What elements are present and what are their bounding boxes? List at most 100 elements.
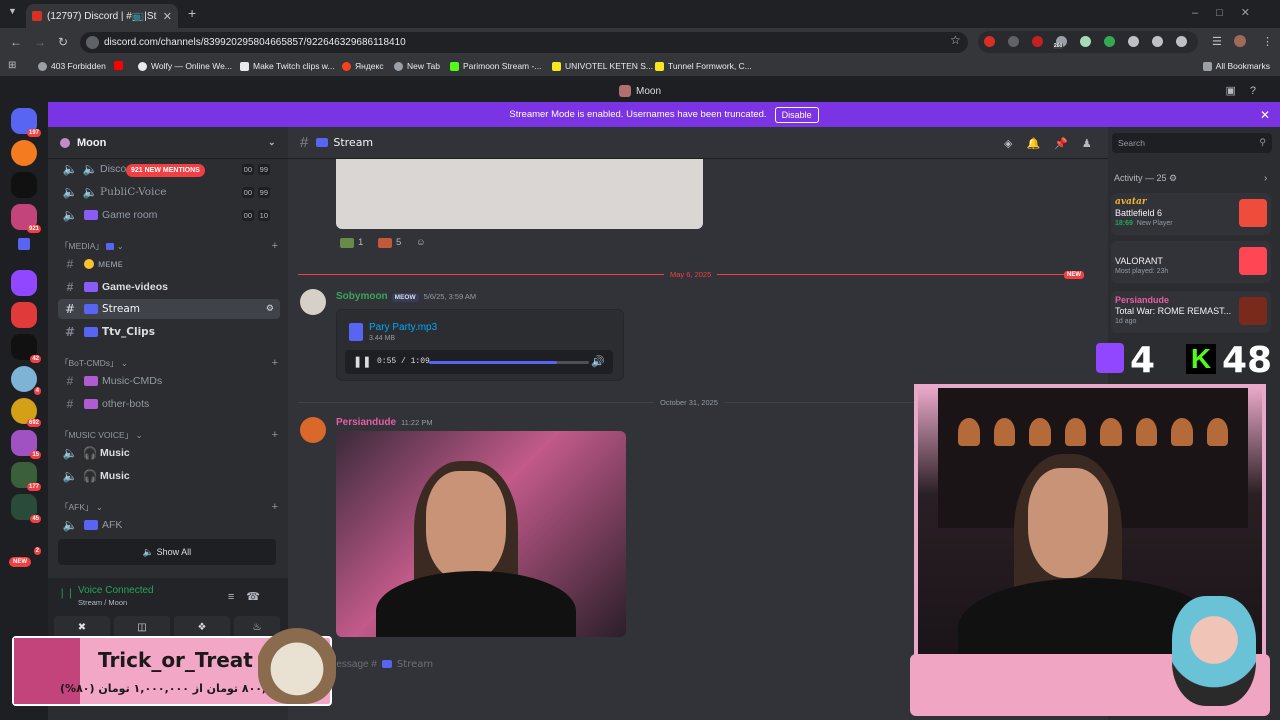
server-icon[interactable]: 692: [11, 398, 41, 427]
seek-bar[interactable]: [429, 361, 589, 364]
guild-header[interactable]: Moon ⌄: [48, 127, 288, 159]
category-music-voice[interactable]: 「MUSIC VOICE」 ⌄ +: [60, 429, 278, 441]
bookmark-item[interactable]: 403 Forbidden: [38, 61, 106, 71]
category-bot-cmds[interactable]: 「BoT-CMDs」 ⌄ +: [60, 357, 278, 369]
add-channel-icon[interactable]: +: [272, 240, 278, 252]
text-channel[interactable]: # Ttv_Clips: [58, 322, 280, 342]
server-icon[interactable]: 921: [11, 204, 41, 233]
text-channel[interactable]: # ᴍᴇᴍᴇ: [58, 254, 280, 274]
bookmark-item[interactable]: UNIVOTEL KETEN S...: [552, 61, 653, 71]
extensions-menu-icon[interactable]: [1176, 36, 1187, 47]
reaction[interactable]: 1: [340, 237, 363, 248]
sketch-image[interactable]: [336, 159, 703, 229]
chrome-menu-icon[interactable]: ⋮: [1262, 35, 1273, 48]
all-bookmarks[interactable]: All Bookmarks: [1202, 61, 1270, 71]
chevron-right-icon[interactable]: ›: [1264, 173, 1267, 184]
extension-icon[interactable]: [1104, 36, 1115, 47]
bookmark-item[interactable]: Wolfy — Online We...: [138, 61, 232, 71]
voice-channel[interactable]: 🔈 Game room 00 10: [58, 205, 280, 225]
extension-icon[interactable]: [1152, 36, 1163, 47]
server-icon[interactable]: 2: [11, 526, 41, 555]
activity-card[interactable]: Persiandude Total War: ROME REMAST... 1d…: [1111, 291, 1271, 333]
activity-card[interactable]: VALORANT Most played: 23h: [1111, 241, 1271, 283]
discord-home-icon[interactable]: 197: [11, 108, 41, 137]
bookmark-item[interactable]: Tunnel Formwork, C...: [655, 61, 752, 71]
category-media[interactable]: 「MEDIA」 ⌄ +: [60, 240, 278, 252]
forward-icon[interactable]: →: [34, 35, 46, 49]
browser-tab[interactable]: (12797) Discord | #📺|St ✕: [26, 4, 178, 28]
folder-icon[interactable]: [18, 238, 30, 250]
bookmark-item[interactable]: Яндекс: [342, 61, 384, 71]
signal-icon[interactable]: ❘❘: [58, 588, 75, 599]
invite-settings-icons[interactable]: ⚙: [266, 304, 274, 314]
tab-search-icon[interactable]: ▼: [8, 6, 17, 16]
photo-attachment[interactable]: [336, 431, 626, 637]
server-icon[interactable]: 15: [11, 430, 41, 459]
site-info-icon[interactable]: [86, 36, 99, 49]
message-author[interactable]: Persiandude 11:22 PM: [336, 417, 433, 428]
close-banner-icon[interactable]: ✕: [1260, 108, 1270, 122]
add-channel-icon[interactable]: +: [272, 501, 278, 513]
server-icon[interactable]: [11, 140, 37, 166]
chevron-down-icon[interactable]: ⌄: [268, 137, 276, 148]
media-control-icon[interactable]: ☰: [1212, 35, 1222, 48]
search-input[interactable]: Search ⚲: [1112, 133, 1272, 153]
header-icons[interactable]: ◈🔔📌♟: [1004, 137, 1106, 150]
extension-icon[interactable]: [1008, 36, 1019, 47]
extension-icon[interactable]: [984, 36, 995, 47]
activities-button[interactable]: ❖: [174, 616, 230, 638]
text-channel-selected[interactable]: # Stream ⚙: [58, 299, 280, 319]
add-channel-icon[interactable]: +: [272, 429, 278, 441]
text-channel[interactable]: # Music-CMDs: [58, 371, 280, 391]
bookmark-item[interactable]: Make Twitch clips w...: [240, 61, 335, 71]
extension-icon[interactable]: [1080, 36, 1091, 47]
close-tab-icon[interactable]: ✕: [163, 10, 172, 23]
avatar[interactable]: [300, 289, 326, 315]
volume-icon[interactable]: 🔊: [591, 355, 605, 368]
voice-location[interactable]: Stream / Moon: [78, 598, 127, 607]
voice-channel[interactable]: 🔈 AFK: [58, 515, 280, 535]
apps-grid-icon[interactable]: ⊞: [8, 60, 16, 71]
kick-server-icon[interactable]: [11, 172, 37, 198]
profile-avatar[interactable]: [1234, 35, 1246, 47]
back-icon[interactable]: ←: [10, 35, 22, 49]
address-bar[interactable]: discord.com/channels/839920295804665857/…: [80, 32, 968, 53]
add-channel-icon[interactable]: +: [272, 357, 278, 369]
reaction[interactable]: 5: [378, 237, 401, 248]
voice-channel[interactable]: 🔈 🎧 Music: [58, 443, 280, 463]
new-tab-icon[interactable]: +: [188, 5, 196, 21]
server-icon[interactable]: 4: [11, 366, 41, 395]
message-author[interactable]: Sobymoon MEOW 5/6/25, 3:59 AM: [336, 291, 476, 302]
voice-channel[interactable]: 🔈 🎧 Music: [58, 466, 280, 486]
add-reaction-icon[interactable]: ☺: [416, 237, 426, 248]
bookmark-youtube[interactable]: [114, 61, 127, 70]
avatar[interactable]: [300, 417, 326, 443]
category-afk[interactable]: 「AFK」 ⌄ +: [60, 501, 278, 513]
server-icon[interactable]: 177: [11, 462, 41, 491]
extension-icon[interactable]: [1032, 36, 1043, 47]
screen-share-button[interactable]: ◫: [114, 616, 170, 638]
extension-icon[interactable]: [1128, 36, 1139, 47]
activity-card[interactable]: avatar Battlefield 6 18:69 New Player: [1111, 193, 1271, 235]
bookmark-item[interactable]: Parimoon Stream -...: [450, 61, 541, 71]
server-icon[interactable]: [11, 302, 37, 328]
bookmark-item[interactable]: New Tab: [394, 61, 440, 71]
bookmark-star-icon[interactable]: ☆: [950, 33, 961, 47]
server-icon[interactable]: 45: [11, 494, 41, 523]
show-all-button[interactable]: 🔈 Show All: [58, 539, 276, 565]
voice-controls[interactable]: ≡☎: [228, 590, 272, 603]
title-bar-icons[interactable]: ▣?: [1225, 84, 1270, 97]
new-mentions-badge[interactable]: 921 NEW MENTIONS: [126, 164, 205, 177]
disable-button[interactable]: Disable: [774, 106, 819, 123]
file-name-link[interactable]: Pary Party.mp3: [369, 322, 437, 333]
pause-icon[interactable]: ❚❚: [353, 355, 371, 368]
camera-off-button[interactable]: ✖: [54, 616, 110, 638]
voice-channel[interactable]: 🔈 🔈 PubliC-Voice 00 99: [58, 182, 280, 202]
text-channel[interactable]: # other-bots: [58, 394, 280, 414]
server-icon[interactable]: 42: [11, 334, 41, 363]
reload-icon[interactable]: ↻: [58, 35, 68, 49]
activity-header[interactable]: Activity — 25 ⚙ ›: [1114, 173, 1267, 184]
window-controls[interactable]: –□✕: [1192, 6, 1268, 19]
text-channel[interactable]: # Game-videos: [58, 277, 280, 297]
server-icon[interactable]: [11, 270, 37, 296]
